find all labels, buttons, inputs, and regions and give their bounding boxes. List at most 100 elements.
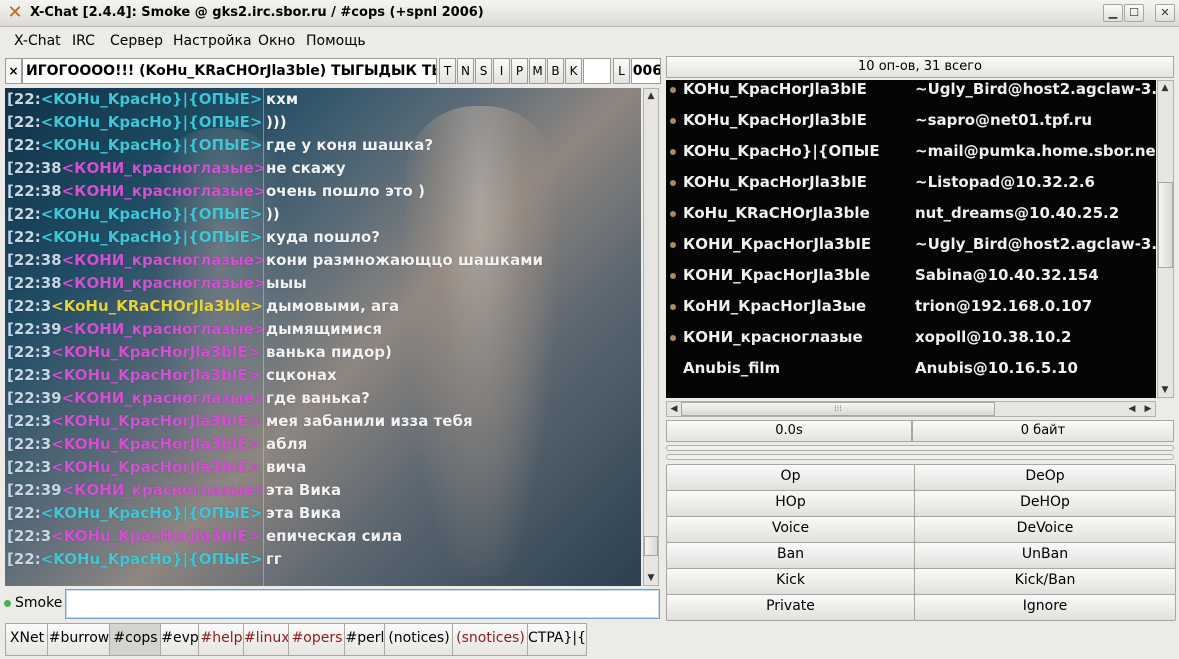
userlist-hscroll-thumb[interactable]: ⁞⁞⁞	[681, 402, 995, 416]
user-row[interactable]: KOHu_KpacHorJla3bIE ~Listopad@10.32.2.6	[666, 167, 1156, 198]
private-button[interactable]: Private	[666, 594, 915, 621]
kick-button[interactable]: Kick	[666, 568, 915, 595]
chat-message: гг	[266, 550, 282, 568]
chat-nick[interactable]: <KOHu_KpacHo}|{OПЫE>	[41, 228, 263, 246]
mode-n-button[interactable]: N	[457, 58, 474, 84]
op-button[interactable]: Op	[666, 464, 915, 491]
ignore-button[interactable]: Ignore	[914, 594, 1176, 621]
tab-ctpa[interactable]: CTPA}|{	[527, 623, 587, 656]
mode-i-button[interactable]: I	[493, 58, 510, 84]
chat-nick[interactable]: <КОНИ_красноглазые>	[62, 389, 263, 407]
mode-p-button[interactable]: P	[511, 58, 528, 84]
tab-cops[interactable]: #cops	[109, 623, 162, 656]
hop-button[interactable]: HOp	[666, 490, 915, 517]
maximize-button[interactable]: ☐	[1124, 4, 1144, 22]
devoice-button[interactable]: DeVoice	[914, 516, 1176, 543]
menu-irc[interactable]: IRC	[72, 33, 95, 49]
chat-nick[interactable]: <KOHu_KpacHo}|{OПЫE>	[41, 550, 263, 568]
chat-nick[interactable]: <КОНИ_красноглазые>	[62, 274, 263, 292]
chat-nick[interactable]: <КОНИ_красноглазые>	[62, 481, 263, 499]
voice-button[interactable]: Voice	[666, 516, 915, 543]
chat-scrollbar[interactable]: ▲ ▼	[643, 88, 659, 586]
tab-linux[interactable]: #linux	[243, 623, 290, 656]
chat-nick[interactable]: <KOHu_KpacHo}|{OПЫE>	[41, 504, 263, 522]
tab-xnet[interactable]: XNet	[5, 623, 49, 656]
kick-ban-button[interactable]: Kick/Ban	[914, 568, 1176, 595]
chat-scroll-thumb[interactable]	[644, 536, 658, 556]
mode-k-button[interactable]: K	[565, 58, 582, 84]
tab-help[interactable]: #help	[198, 623, 245, 656]
chat-line-prefix: [22:<KOHu_KpacHo}|{OПЫE>	[7, 550, 263, 568]
chat-message: где у коня шашка?	[266, 136, 434, 154]
mode-s-button[interactable]: S	[475, 58, 492, 84]
mode-key-input[interactable]	[583, 58, 611, 84]
user-list[interactable]: KOHu_KpacHorJla3bIE ~Ugly_Bird@host2.agcl…	[666, 80, 1156, 398]
chat-nick[interactable]: <KOHu_KpacHo}|{OПЫE>	[41, 90, 263, 108]
chat-nick[interactable]: <KOHu_KpacHo}|{OПЫE>	[41, 136, 263, 154]
topic-entry[interactable]: ИГОГОООО!!! (KoHu_KRaCHOrJla3ble) ТЫГЫДЫ…	[22, 58, 437, 84]
chat-nick[interactable]: <KOHu_KpacHo}|{OПЫE>	[41, 113, 263, 131]
menu-help[interactable]: Помощь	[306, 33, 366, 49]
close-tab-button[interactable]: ×	[5, 58, 22, 84]
deop-button[interactable]: DeOp	[914, 464, 1176, 491]
message-input[interactable]	[65, 589, 660, 619]
menu-settings[interactable]: Настройка	[173, 33, 252, 49]
scroll-down-arrow-icon[interactable]: ▼	[1158, 383, 1172, 397]
unban-button[interactable]: UnBan	[914, 542, 1176, 569]
mode-t-button[interactable]: T	[439, 58, 456, 84]
tab-burrow[interactable]: #burrow	[47, 623, 111, 656]
user-row[interactable]: Anubis_film Anubis@10.16.5.10	[666, 353, 1156, 384]
chat-nick[interactable]: <KOHu_KpacHorJla3bIE>	[51, 527, 260, 545]
scroll-left-arrow-icon[interactable]: ◀	[1125, 402, 1139, 416]
user-row[interactable]: KOHu_KpacHorJla3bIE ~Ugly_Bird@host2.agcl…	[666, 80, 1156, 105]
dehop-button[interactable]: DeHOp	[914, 490, 1176, 517]
tab-opers[interactable]: #opers	[288, 623, 346, 656]
ban-button[interactable]: Ban	[666, 542, 915, 569]
user-row[interactable]: КОНИ_КрасНогJla3bIE ~Ugly_Bird@host2.agcl…	[666, 229, 1156, 260]
chat-nick[interactable]: <KOHu_KpacHorJla3bIE>	[51, 435, 260, 453]
chat-line-prefix: [22:<KOHu_KpacHo}|{OПЫE>	[7, 90, 263, 108]
chat-nick[interactable]: <КОНИ_красноглазые>	[62, 251, 263, 269]
chat-nick[interactable]: <KOHu_KpacHorJla3bIE>	[51, 366, 260, 384]
user-row[interactable]: КОНИ_красноглазые xopoll@10.38.10.2	[666, 322, 1156, 353]
chat-nick[interactable]: <KOHu_KpacHorJla3bIE>	[51, 412, 260, 430]
scroll-up-arrow-icon[interactable]: ▲	[1158, 81, 1172, 95]
mode-m-button[interactable]: M	[529, 58, 546, 84]
user-row[interactable]: KOHu_KpacHo}|{OПЫE ~mail@pumka.home.sbor.…	[666, 136, 1156, 167]
userlist-scroll-thumb[interactable]	[1158, 182, 1173, 268]
menu-xchat[interactable]: X-Chat	[14, 33, 61, 49]
user-row[interactable]: KoHu_KRaCHOrJla3ble nut_dreams@10.40.25.2	[666, 198, 1156, 229]
scroll-up-arrow-icon[interactable]: ▲	[644, 89, 658, 103]
mode-l-button[interactable]: L	[613, 58, 630, 84]
menu-window[interactable]: Окно	[258, 33, 295, 49]
scroll-down-arrow-icon[interactable]: ▼	[644, 571, 658, 585]
chat-nick[interactable]: <KOHu_KpacHo}|{OПЫE>	[41, 205, 263, 223]
menu-server[interactable]: Сервер	[110, 33, 163, 49]
tab-snotices[interactable]: (snotices)	[452, 623, 529, 656]
tab-perl[interactable]: #perl	[344, 623, 386, 656]
mode-b-button[interactable]: B	[547, 58, 564, 84]
tab-evp[interactable]: #evp	[160, 623, 200, 656]
xchat-x-icon[interactable]: ✕	[5, 3, 25, 23]
scroll-right-arrow-icon[interactable]: ▶	[1141, 402, 1155, 416]
chat-nick[interactable]: <KOHu_KpacHorJla3bIE>	[51, 458, 260, 476]
chat-line: [22:<KOHu_KpacHo}|{OПЫE> где у коня шашка…	[7, 136, 641, 159]
tab-notices[interactable]: (notices)	[384, 623, 454, 656]
chat-text-area[interactable]: [22:<KOHu_KpacHo}|{OПЫE> кхм [22:<KOHu_Kpa…	[5, 88, 641, 586]
user-row[interactable]: КоНИ_КрасНогJlаЗые trion@192.168.0.107	[666, 291, 1156, 322]
close-button[interactable]: ✕	[1155, 4, 1175, 22]
chat-nick[interactable]: <КОНИ_красноглазые>	[62, 159, 263, 177]
chat-line: [22:39<КОНИ_красноглазые> эта Вика	[7, 481, 641, 504]
chat-nick[interactable]: <КОНИ_красноглазые>	[62, 182, 263, 200]
mode-limit-input[interactable]: 2006	[631, 58, 661, 84]
scroll-left-arrow-icon[interactable]: ◀	[667, 402, 681, 416]
minimize-button[interactable]: ▁	[1103, 4, 1123, 22]
nick-button[interactable]: Smoke	[15, 595, 62, 611]
chat-separator[interactable]	[263, 88, 264, 586]
user-row[interactable]: KOHu_KpacHorJla3bIE ~sapro@net01.tpf.ru	[666, 105, 1156, 136]
op-status-icon	[670, 211, 676, 217]
chat-nick[interactable]: <KoHu_KRaCHOrJla3ble>	[51, 297, 263, 315]
chat-nick[interactable]: <KOHu_KpacHorJla3bIE>	[51, 343, 260, 361]
user-row[interactable]: КОНИ_КрасHorJla3ble Sabina@10.40.32.154	[666, 260, 1156, 291]
chat-nick[interactable]: <КОНИ_красноглазые>	[62, 320, 263, 338]
